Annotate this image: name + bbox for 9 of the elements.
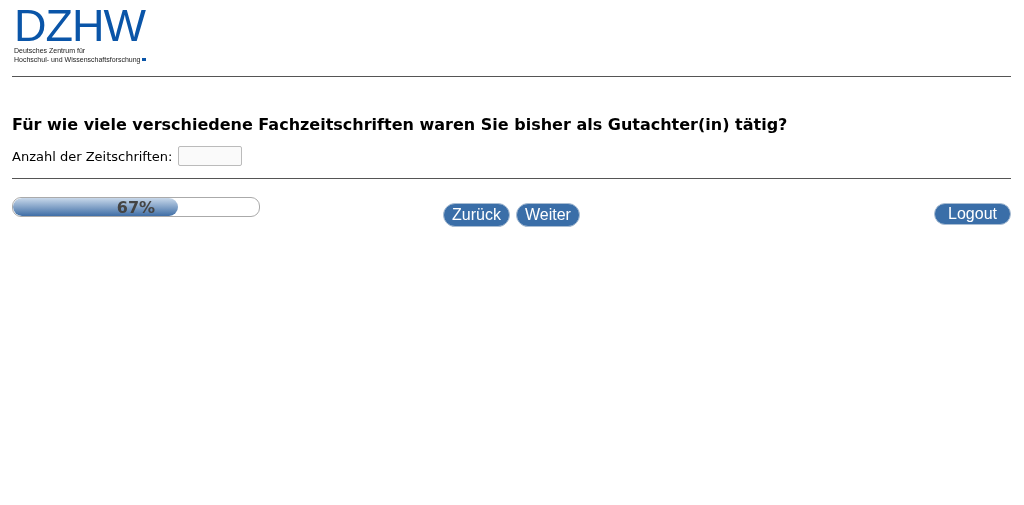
nav-button[interactable]: Weiter: [516, 203, 580, 227]
question-text: Für wie viele verschiedene Fachzeitschriften waren Sie bisher als Gutachter(in) tätig?: [12, 115, 789, 134]
logo-square-icon: [142, 58, 147, 61]
logout-button[interactable]: Logout: [934, 203, 1011, 225]
progress-reading: 67%: [116, 198, 156, 216]
input-field[interactable]: [178, 146, 243, 166]
logo-wordmark: DZHW: [14, 6, 147, 46]
field-label: Anzahl der Zeitschriften:: [12, 148, 173, 164]
nav-button[interactable]: Zurück: [443, 203, 510, 227]
